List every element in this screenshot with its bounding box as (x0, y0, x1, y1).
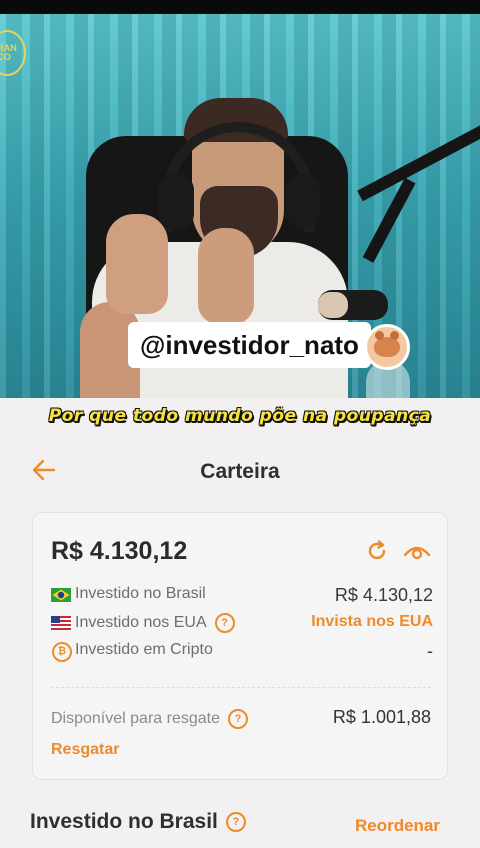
row-label: Investido no Brasil (75, 585, 206, 602)
invest-usa-link[interactable]: Invista nos EUA (311, 613, 433, 631)
person-hand-left (106, 214, 168, 314)
microphone-tip (318, 292, 348, 318)
video-frame: RAN CO @investidor_nato (0, 14, 480, 400)
handle-tag: @investidor_nato (128, 322, 371, 368)
refresh-icon[interactable] (365, 539, 389, 563)
reorder-button[interactable]: Reordenar (355, 816, 440, 836)
row-brasil: Investido no Brasil R$ 4.130,12 (51, 585, 433, 607)
usa-flag-icon (51, 616, 71, 630)
withdraw-button[interactable]: Resgatar (51, 741, 119, 759)
mascot-icon (364, 324, 410, 370)
mic-boom-arm (357, 120, 480, 202)
help-icon[interactable]: ? (227, 709, 248, 729)
eye-icon[interactable] (403, 541, 431, 563)
row-label: Investido nos EUA? (75, 613, 235, 633)
channel-logo: RAN CO (0, 30, 26, 76)
page-title: Carteira (200, 460, 280, 483)
wallet-screen: Por que todo mundo põe na poupança Carte… (0, 398, 480, 848)
help-icon[interactable]: ? (214, 613, 235, 633)
person-hand-right (198, 228, 254, 324)
row-value: - (427, 641, 433, 661)
portfolio-summary-card: R$ 4.130,12 Investido no Brasil R$ 4.130… (32, 512, 448, 780)
row-value: R$ 4.130,12 (334, 585, 433, 605)
total-balance: R$ 4.130,12 (51, 537, 188, 565)
video-subtitle: Por que todo mundo põe na poupança (48, 406, 432, 426)
top-bar (0, 0, 480, 14)
headphone-ear-left (158, 174, 194, 230)
row-label: Investido em Cripto (75, 641, 213, 658)
row-eua: Investido nos EUA? Invista nos EUA (51, 613, 433, 635)
bitcoin-icon: ₿ (52, 642, 72, 662)
headphone-ear-right (286, 174, 320, 228)
available-value: R$ 1.001,88 (332, 707, 431, 727)
brazil-flag-icon (51, 588, 71, 602)
help-icon[interactable]: ? (225, 812, 246, 833)
divider (51, 687, 431, 688)
section-title: Investido no Brasil? (30, 810, 246, 834)
row-cripto: ₿ Investido em Cripto - (51, 641, 433, 663)
available-label: Disponível para resgate? (51, 709, 248, 729)
